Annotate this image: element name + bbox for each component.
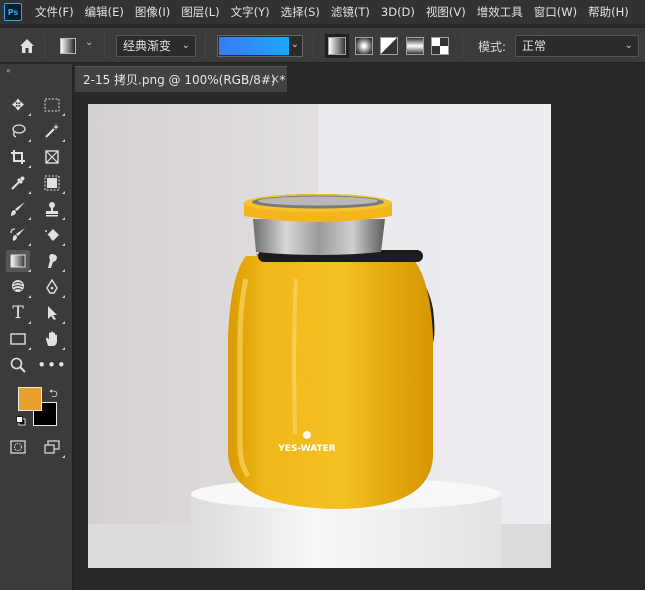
menu-help[interactable]: 帮助(H) <box>583 0 635 24</box>
frame-icon[interactable] <box>40 146 64 168</box>
radial-gradient-icon[interactable] <box>355 37 373 55</box>
menu-filter[interactable]: 滤镜(T) <box>326 0 376 24</box>
menu-bar: Ps 文件(F) 编辑(E) 图像(I) 图层(L) 文字(Y) 选择(S) 滤… <box>0 0 645 24</box>
document-canvas[interactable]: YES-WATER <box>88 104 551 568</box>
chevron-down-icon[interactable]: ⌄ <box>291 39 299 50</box>
tool-preset-icon[interactable] <box>60 38 76 54</box>
zoom-icon[interactable] <box>6 354 30 376</box>
path-select-icon[interactable] <box>40 302 65 324</box>
menu-type[interactable]: 文字(Y) <box>226 0 276 24</box>
document-tab-title: 2-15 拷贝.png @ 100%(RGB/8#) * <box>83 73 286 87</box>
ps-logo: Ps <box>4 3 22 21</box>
hand-icon[interactable] <box>40 328 65 350</box>
history-brush-icon[interactable] <box>6 224 31 246</box>
menu-image[interactable]: 图像(I) <box>130 0 176 24</box>
diamond-gradient-icon[interactable] <box>431 37 449 55</box>
menu-plugins[interactable]: 增效工具 <box>472 0 529 24</box>
reflected-gradient-icon[interactable] <box>406 37 424 55</box>
mode-label: 模式: <box>478 40 507 54</box>
document-tab-bar: 2-15 拷贝.png @ 100%(RGB/8#) * × <box>74 64 645 92</box>
object-select-icon[interactable] <box>40 172 65 194</box>
marquee-icon[interactable] <box>40 94 65 116</box>
blend-mode-value: 正常 <box>522 39 547 53</box>
stamp-icon[interactable] <box>40 198 65 220</box>
menu-layer[interactable]: 图层(L) <box>176 0 225 24</box>
home-icon[interactable] <box>18 37 36 55</box>
options-separator <box>44 34 45 58</box>
lasso-icon[interactable] <box>6 120 31 142</box>
smudge-icon[interactable] <box>40 250 65 272</box>
gradient-preset-label: 经典渐变 <box>123 39 172 53</box>
type-icon[interactable]: T <box>6 302 31 324</box>
menu-file[interactable]: 文件(F) <box>30 0 80 24</box>
eyedropper-icon[interactable] <box>6 172 31 194</box>
chevron-down-icon[interactable]: ⌄ <box>85 37 93 48</box>
chevron-down-icon: ⌄ <box>181 40 190 51</box>
linear-gradient-icon[interactable] <box>328 37 346 55</box>
canvas-area: YES-WATER <box>74 92 645 590</box>
product-photo: YES-WATER <box>88 104 551 568</box>
magic-wand-icon[interactable] <box>40 120 65 142</box>
rectangle-icon[interactable] <box>6 328 31 350</box>
document-tab[interactable]: 2-15 拷贝.png @ 100%(RGB/8#) * × <box>75 66 287 92</box>
menu-window[interactable]: 窗口(W) <box>529 0 583 24</box>
gradient-icon[interactable] <box>6 250 31 272</box>
options-separator <box>313 34 314 58</box>
collapse-panel-icon[interactable]: « <box>6 66 11 75</box>
options-separator <box>462 34 463 58</box>
eraser-icon[interactable] <box>40 224 65 246</box>
tools-panel: « ✥ T ••• ⮌ <box>0 64 73 590</box>
angle-gradient-icon[interactable] <box>380 37 398 55</box>
more-icon[interactable]: ••• <box>37 354 66 376</box>
options-bar: ⌄ 经典渐变 ⌄ ⌄ 模式: 正常 ⌄ <box>0 27 645 63</box>
gradient-editor-swatch[interactable]: ⌄ <box>217 35 303 57</box>
foreground-color-swatch[interactable] <box>18 387 42 411</box>
quick-mask-icon[interactable] <box>6 436 30 458</box>
gradient-preview <box>219 37 289 55</box>
photoshop-window: Ps 文件(F) 编辑(E) 图像(I) 图层(L) 文字(Y) 选择(S) 滤… <box>0 0 645 590</box>
brush-icon[interactable] <box>6 198 31 220</box>
product-logo-text: YES-WATER <box>277 444 336 454</box>
options-separator <box>205 34 206 58</box>
menu-select[interactable]: 选择(S) <box>276 0 326 24</box>
menu-view[interactable]: 视图(V) <box>421 0 472 24</box>
menu-edit[interactable]: 编辑(E) <box>80 0 130 24</box>
dodge-icon[interactable] <box>6 276 31 298</box>
gradient-preset-dropdown[interactable]: 经典渐变 ⌄ <box>116 35 196 57</box>
close-icon[interactable]: × <box>270 72 280 86</box>
crop-icon[interactable] <box>6 146 31 168</box>
screen-mode-icon[interactable] <box>40 436 65 458</box>
menu-3d[interactable]: 3D(D) <box>376 0 421 24</box>
pen-icon[interactable] <box>40 276 65 298</box>
blend-mode-dropdown[interactable]: 正常 ⌄ <box>515 35 639 57</box>
options-separator <box>104 34 105 58</box>
default-colors-icon[interactable] <box>16 416 26 426</box>
chevron-down-icon: ⌄ <box>624 40 633 51</box>
move-icon[interactable]: ✥ <box>6 94 31 116</box>
